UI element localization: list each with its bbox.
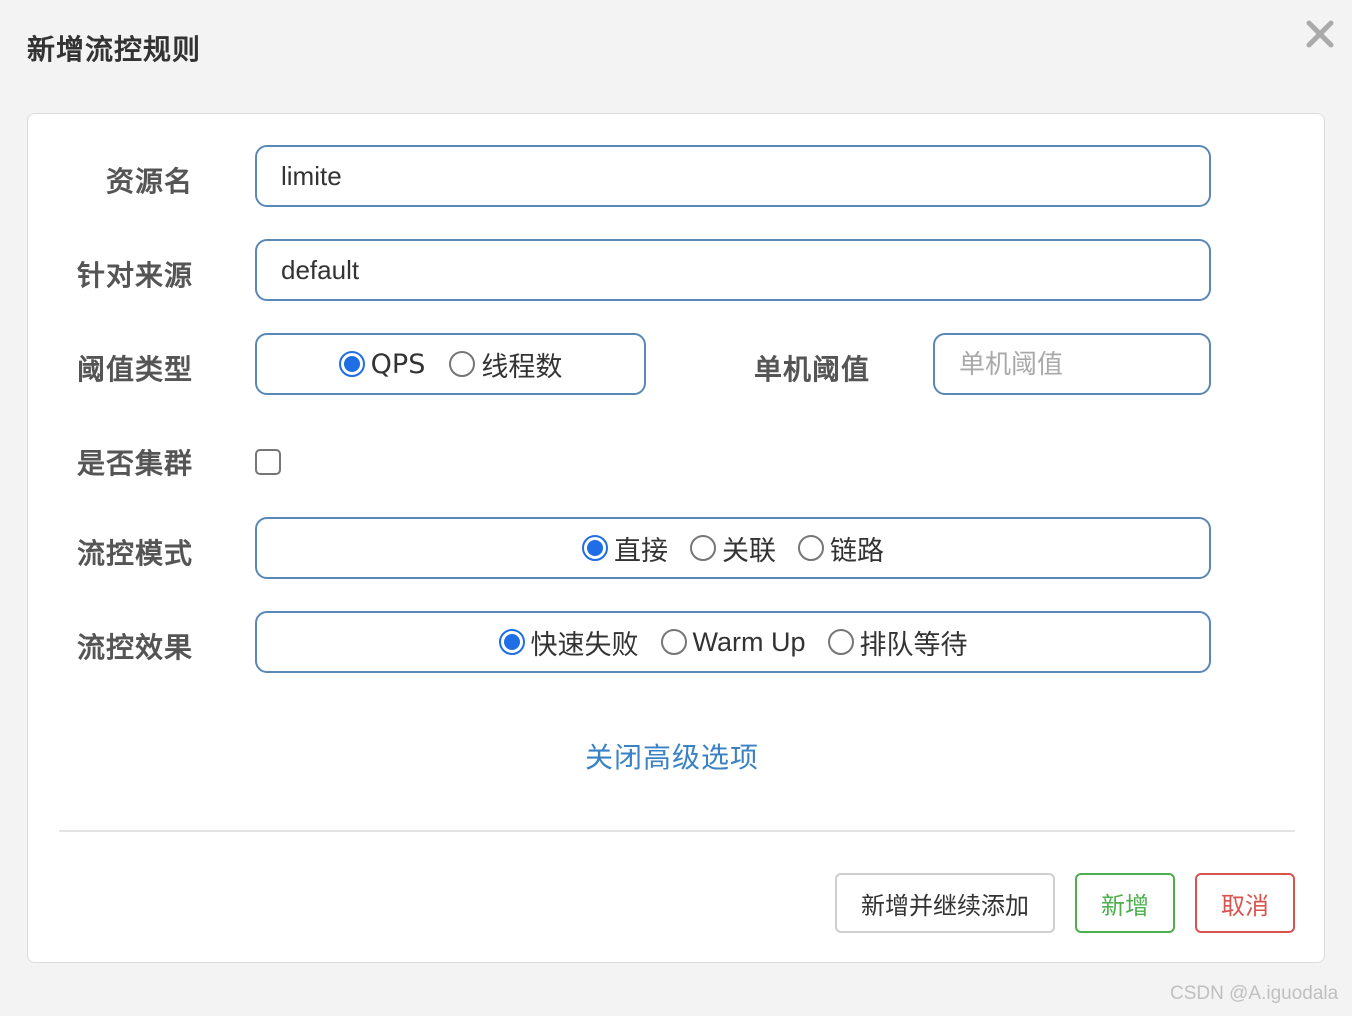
add-button[interactable]: 新增 <box>1075 873 1175 933</box>
threshold-type-group: QPS 线程数 <box>255 333 646 395</box>
resource-label: 资源名 <box>105 165 193 198</box>
control-mode-group: 直接 关联 链路 <box>255 517 1211 579</box>
origin-input[interactable] <box>255 239 1211 301</box>
radio-chain[interactable] <box>798 535 824 561</box>
radio-thread[interactable] <box>449 351 476 377</box>
radio-direct[interactable] <box>582 535 608 561</box>
cancel-button[interactable]: 取消 <box>1195 873 1295 933</box>
watermark: CSDN @A.iguodala <box>1170 983 1339 1004</box>
control-mode-label: 流控模式 <box>76 537 193 570</box>
form-panel: 资源名 针对来源 阈值类型 QPS 线程数 单机阈值 是否集群 流控模式 直接 … <box>27 113 1325 963</box>
radio-qps-label: QPS <box>370 348 426 380</box>
close-advanced-link[interactable]: 关闭高级选项 <box>585 736 759 776</box>
control-effect-fast-fail[interactable]: 快速失败 <box>498 623 639 662</box>
control-mode-relate[interactable]: 关联 <box>690 529 776 568</box>
control-mode-chain[interactable]: 链路 <box>798 529 884 568</box>
radio-queue-label: 排队等待 <box>859 629 968 661</box>
dialog-title: 新增流控规则 <box>27 33 202 66</box>
radio-warm-up[interactable] <box>660 629 687 655</box>
threshold-type-qps[interactable]: QPS <box>338 348 426 380</box>
single-threshold-label: 单机阈值 <box>753 353 870 386</box>
control-effect-warm-up[interactable]: Warm Up <box>660 626 806 658</box>
single-threshold-input[interactable] <box>933 333 1211 395</box>
radio-fast-fail[interactable] <box>498 629 525 655</box>
resource-input[interactable] <box>255 145 1211 207</box>
threshold-type-thread[interactable]: 线程数 <box>449 345 562 384</box>
add-continue-button[interactable]: 新增并继续添加 <box>835 873 1055 933</box>
threshold-type-label: 阈值类型 <box>76 353 193 386</box>
radio-relate-label: 关联 <box>722 535 776 567</box>
radio-qps[interactable] <box>338 351 365 377</box>
radio-relate[interactable] <box>690 535 716 561</box>
cluster-checkbox[interactable] <box>255 449 281 475</box>
control-effect-queue[interactable]: 排队等待 <box>827 623 968 662</box>
cluster-label: 是否集群 <box>76 447 193 480</box>
control-effect-group: 快速失败 Warm Up 排队等待 <box>255 611 1211 673</box>
radio-chain-label: 链路 <box>830 535 884 567</box>
radio-direct-label: 直接 <box>614 535 668 567</box>
control-effect-label: 流控效果 <box>76 631 193 664</box>
radio-thread-label: 线程数 <box>481 351 563 383</box>
radio-queue[interactable] <box>827 629 854 655</box>
control-mode-direct[interactable]: 直接 <box>582 529 668 568</box>
close-icon <box>1306 20 1334 48</box>
close-button[interactable] <box>1300 14 1340 54</box>
divider <box>59 830 1295 832</box>
radio-fast-fail-label: 快速失败 <box>530 629 639 661</box>
radio-warm-up-label: Warm Up <box>692 626 806 657</box>
origin-label: 针对来源 <box>76 259 193 292</box>
